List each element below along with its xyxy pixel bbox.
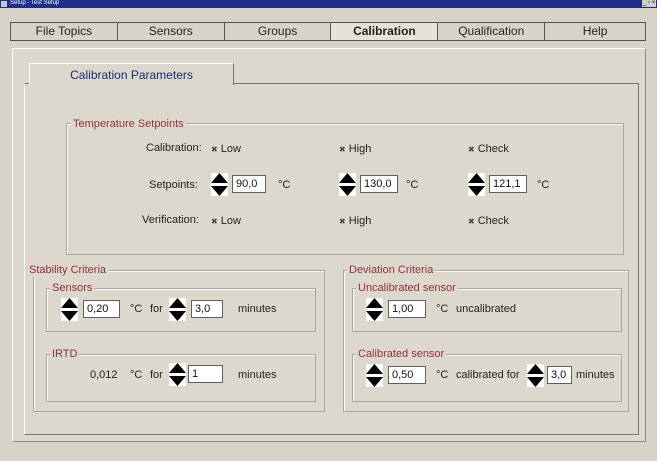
uncalibrated-deviation-field[interactable]: 1,00 [388,300,426,318]
up-down-arrows-icon [527,364,544,387]
low-setpoint-field[interactable]: 90,0 [232,175,266,193]
high-setpoint-spinner[interactable] [339,173,356,196]
calibration-label: Calibration: [146,142,202,154]
sensors-title: Sensors [50,282,95,294]
irtd-for-label: for [150,369,163,381]
calibrated-unit: °C [436,369,449,381]
up-down-arrows-icon [211,173,228,196]
x-mark-icon: ✖ [468,145,475,154]
sensors-for-label: for [150,303,163,315]
sensors-deviation-field[interactable]: 0,20 [83,300,120,318]
calibrated-deviation-spinner[interactable] [366,364,383,387]
verification-low-radio[interactable]: ✖ Low [211,214,241,229]
tab-sensors[interactable]: Sensors [117,22,225,41]
calibration-low-radio[interactable]: ✖ Low [211,142,241,157]
up-down-arrows-icon [169,298,186,321]
up-down-arrows-icon [61,298,78,321]
title-bar: Setup - Test Setup _ ▫ × [0,0,657,8]
tab-calibration-parameters[interactable]: Calibration Parameters [29,63,234,85]
calibrated-minutes-label: minutes [576,369,615,381]
x-mark-icon: ✖ [339,217,346,226]
calibrated-minutes-field[interactable]: 3,0 [547,366,572,384]
high-setpoint-unit: °C [406,179,419,191]
tab-qualification[interactable]: Qualification [438,22,546,41]
window-title: Setup - Test Setup [10,0,60,6]
stability-criteria-title: Stability Criteria [27,264,109,276]
irtd-title: IRTD [50,348,80,360]
calibrated-minutes-spinner[interactable] [527,364,544,387]
x-mark-icon: ✖ [211,145,218,154]
window-controls[interactable]: _ ▫ × [642,0,656,7]
sensors-minutes-field[interactable]: 3,0 [191,300,223,318]
tab-calibration[interactable]: Calibration [331,22,439,41]
up-down-arrows-icon [366,364,383,387]
x-mark-icon: ✖ [339,145,346,154]
tab-help[interactable]: Help [545,22,646,41]
verification-high-radio[interactable]: ✖ High [339,214,371,229]
up-down-arrows-icon [468,173,485,196]
low-setpoint-unit: °C [278,179,291,191]
tab-file-topics[interactable]: File Topics [10,22,118,41]
sensors-deviation-spinner[interactable] [61,298,78,321]
x-mark-icon: ✖ [468,217,475,226]
x-mark-icon: ✖ [211,217,218,226]
deviation-criteria-title: Deviation Criteria [347,264,436,276]
calibration-check-radio[interactable]: ✖ Check [468,142,509,157]
calibrated-sensor-title: Calibrated sensor [356,348,447,360]
check-setpoint-unit: °C [537,179,550,191]
uncalibrated-text: uncalibrated [456,303,516,315]
verification-label: Verification: [142,214,199,226]
app-icon [1,1,7,7]
verification-check-radio[interactable]: ✖ Check [468,214,509,229]
high-setpoint-field[interactable]: 130,0 [360,175,398,193]
main-tabs: File Topics Sensors Groups Calibration Q… [10,22,646,41]
uncalibrated-unit: °C [436,303,449,315]
irtd-deviation-value: 0,012 [90,369,118,381]
up-down-arrows-icon [339,173,356,196]
low-setpoint-spinner[interactable] [211,173,228,196]
calibration-high-radio[interactable]: ✖ High [339,142,371,157]
temperature-setpoints-title: Temperature Setpoints [71,118,186,130]
uncalibrated-deviation-spinner[interactable] [366,298,383,321]
up-down-arrows-icon [169,363,186,386]
check-setpoint-field[interactable]: 121,1 [489,175,527,193]
tab-groups[interactable]: Groups [224,22,332,41]
calibrated-deviation-field[interactable]: 0,50 [388,366,426,384]
up-down-arrows-icon [366,298,383,321]
calibrated-text: calibrated for [456,369,520,381]
irtd-minutes-label: minutes [238,369,277,381]
sensors-minutes-spinner[interactable] [169,298,186,321]
uncalibrated-sensor-title: Uncalibrated sensor [356,282,458,294]
irtd-minutes-spinner[interactable] [169,363,186,386]
sensors-minutes-label: minutes [238,303,277,315]
setpoints-label: Setpoints: [149,179,198,191]
sensors-unit: °C [130,303,143,315]
irtd-minutes-field[interactable]: 1 [188,365,223,383]
irtd-unit: °C [130,369,143,381]
check-setpoint-spinner[interactable] [468,173,485,196]
